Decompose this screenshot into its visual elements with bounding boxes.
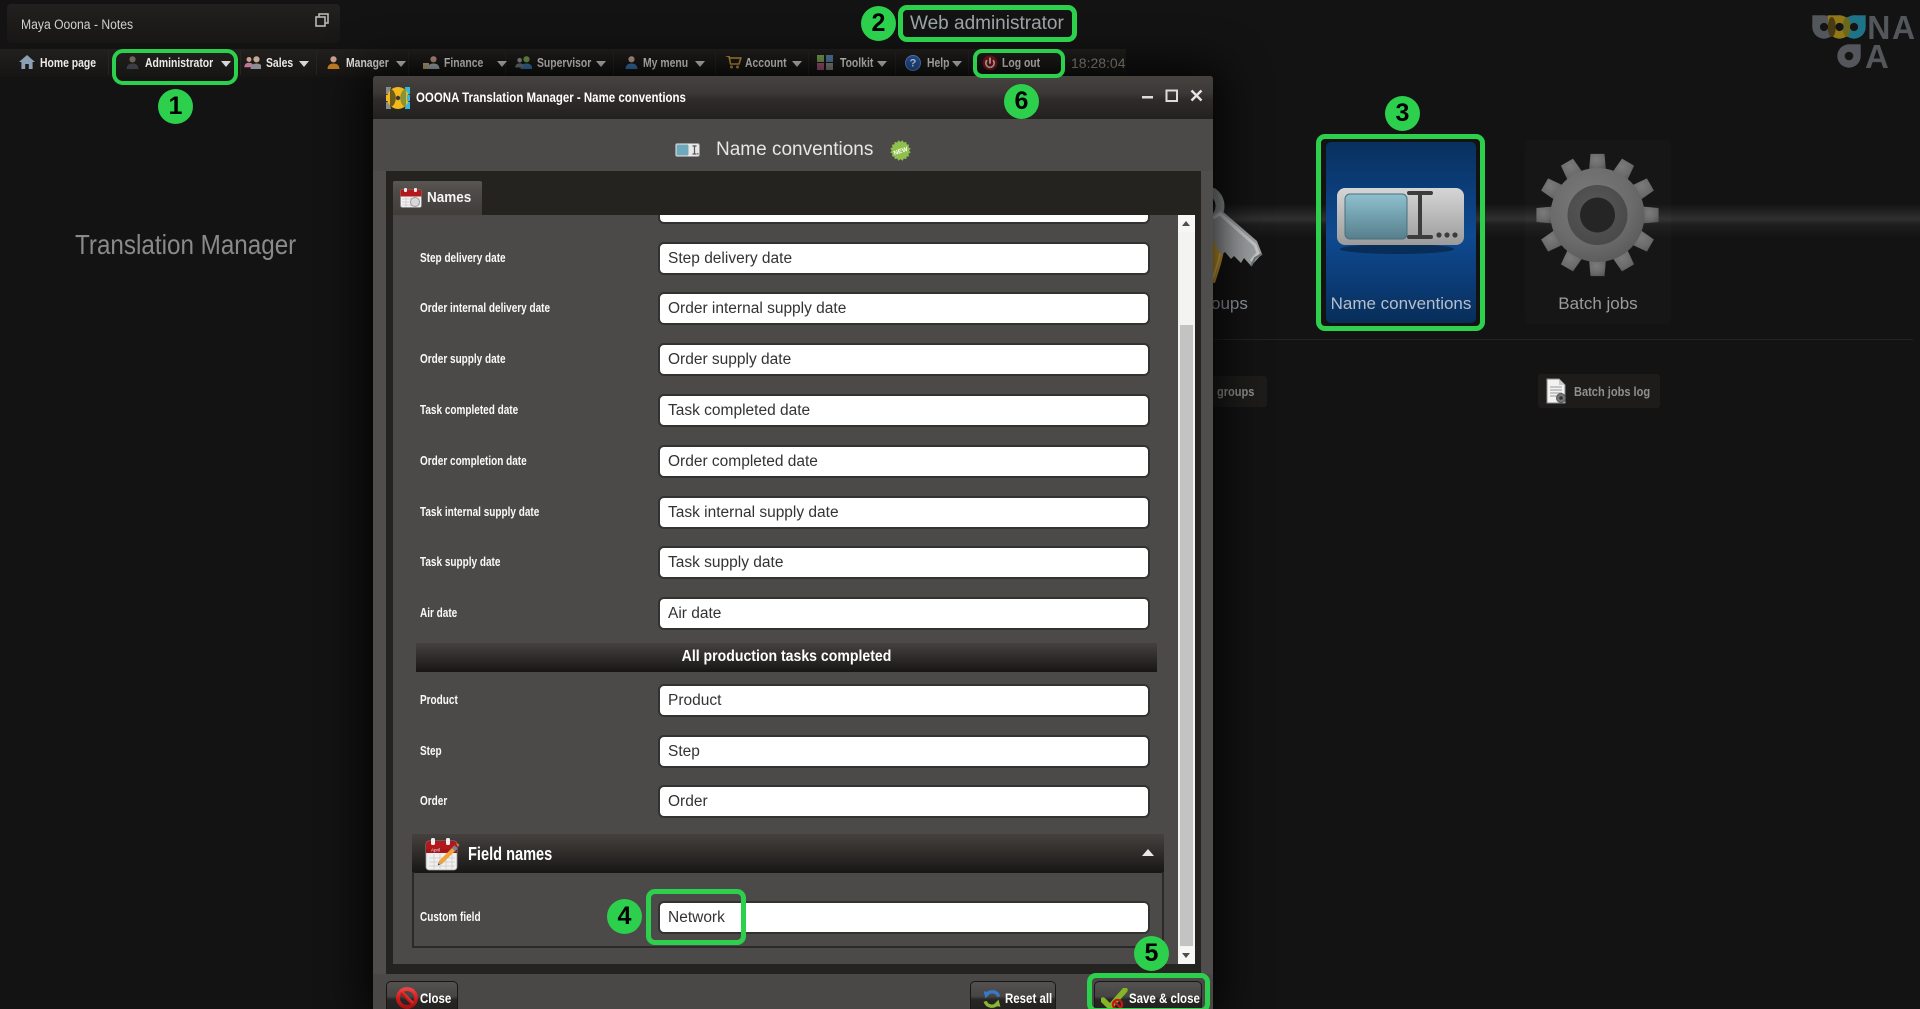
svg-text:?: ? [910,58,917,70]
svg-text:A: A [1865,38,1889,72]
svg-text:April: April [431,847,440,852]
svg-text:A: A [1892,10,1915,46]
